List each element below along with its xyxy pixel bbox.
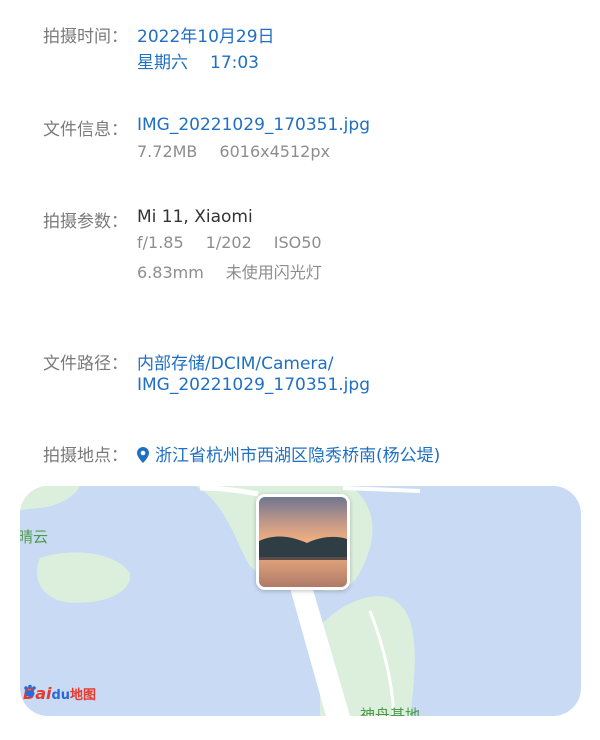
iso-value: ISO50 [273, 233, 322, 252]
file-resolution: 6016x4512px [219, 142, 330, 161]
capture-weekday: 星期六 [137, 53, 188, 73]
location-pin-icon [137, 447, 149, 463]
sunset-photo-image [259, 497, 347, 587]
baidu-logo-text-2: du [51, 688, 71, 703]
location-label: 拍摄地点： [43, 446, 128, 466]
aperture-value: f/1.85 [137, 233, 184, 252]
shutter-value: 1/202 [205, 233, 252, 252]
baidu-logo-text-3: 地图 [70, 688, 97, 703]
flash-status: 未使用闪光灯 [225, 263, 322, 282]
file-path-line1[interactable]: 内部存储/DCIM/Camera/ [137, 349, 334, 374]
device-model: Mi 11, Xiaomi [137, 207, 253, 227]
location-address-text: 浙江省杭州市西湖区隐秀桥南(杨公堤) [155, 446, 441, 466]
map-place-label-left: 晴云 [20, 528, 49, 546]
lens-flash-params: 6.83mm 未使用闪光灯 [137, 259, 322, 283]
file-size-resolution: 7.72MB 6016x4512px [137, 142, 330, 161]
photo-thumbnail[interactable] [256, 494, 350, 590]
capture-date[interactable]: 2022年10月29日 [137, 22, 275, 47]
focal-length-value: 6.83mm [137, 263, 204, 282]
capture-time-label: 拍摄时间： [43, 27, 128, 47]
exposure-params: f/1.85 1/202 ISO50 [137, 233, 322, 252]
map-place-label-bottom: 神舟基地 [360, 706, 421, 716]
location-address[interactable]: 浙江省杭州市西湖区隐秀桥南(杨公堤) [137, 441, 440, 466]
capture-weekday-time[interactable]: 星期六 17:03 [137, 48, 259, 73]
capture-params-label: 拍摄参数： [43, 212, 128, 232]
file-path-label: 文件路径： [43, 354, 128, 374]
baidu-map-logo: Bai du地图 [23, 684, 96, 703]
file-name-link[interactable]: IMG_20221029_170351.jpg [137, 115, 370, 135]
location-map[interactable]: 晴云 神舟基地 Bai du地图 [20, 486, 581, 716]
file-size: 7.72MB [137, 142, 198, 161]
file-info-label: 文件信息： [43, 120, 128, 140]
capture-time: 17:03 [210, 53, 259, 73]
file-path-line2[interactable]: IMG_20221029_170351.jpg [137, 375, 370, 395]
baidu-paw-icon [24, 684, 36, 697]
